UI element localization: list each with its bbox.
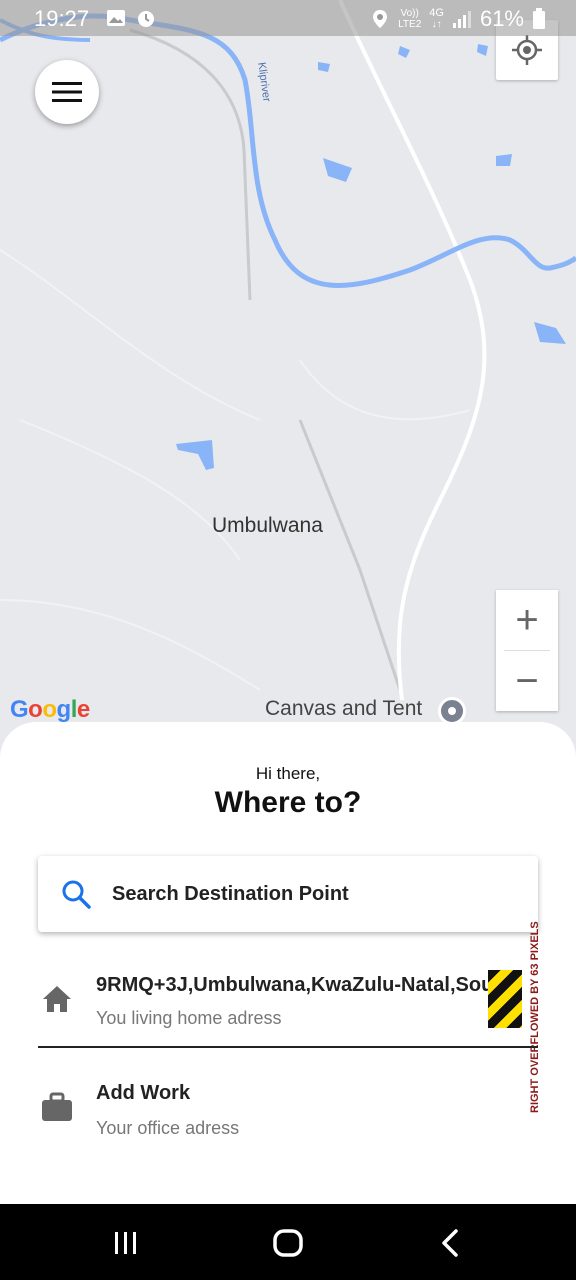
greeting: Hi there, (255, 764, 321, 783)
search-destination-field[interactable]: Search Destination Point (38, 856, 538, 932)
divider (38, 1046, 538, 1048)
home-nav-icon (273, 1229, 303, 1257)
overflow-indicator (488, 970, 522, 1028)
zoom-out-button[interactable]: − (496, 651, 558, 711)
bottom-sheet: Hi there, Where to? Search Destination P… (0, 722, 576, 1206)
hamburger-icon (52, 82, 82, 102)
home-icon (43, 986, 71, 1012)
system-nav-bar (0, 1204, 576, 1280)
search-icon (62, 880, 91, 909)
briefcase-icon (42, 1092, 72, 1121)
zoom-in-button[interactable]: + (496, 590, 558, 650)
google-logo: Google (10, 696, 90, 723)
home-address-subtitle: You living home adress (96, 1008, 282, 1028)
battery-percent: 61% (479, 6, 524, 31)
recent-apps-button[interactable] (106, 1226, 146, 1260)
where-to-heading: Where to? (214, 786, 362, 819)
status-bar: 19:27 Vo)) LTE2 4G ↓↑ 61% (0, 0, 576, 36)
signal-icon (452, 11, 471, 28)
poi-label[interactable]: Canvas and Tent (265, 697, 422, 721)
network-type: 4G (429, 7, 444, 19)
map-view[interactable]: Klipriver Umbulwana Canvas and Tent Goog… (0, 0, 576, 760)
back-icon (442, 1229, 458, 1257)
alarm-icon (138, 11, 154, 27)
zoom-controls: + − (496, 590, 558, 711)
add-work-subtitle: Your office adress (96, 1118, 240, 1138)
search-placeholder: Search Destination Point (112, 882, 349, 905)
home-address-title: 9RMQ+3J,Umbulwana,KwaZulu-Natal,South Af… (96, 974, 520, 996)
home-address-row[interactable]: 9RMQ+3J,Umbulwana,KwaZulu-Natal,South Af… (0, 970, 520, 1040)
gallery-icon (107, 10, 125, 26)
status-time: 19:27 (34, 6, 90, 31)
poi-marker[interactable] (438, 697, 466, 725)
battery-icon (533, 8, 545, 29)
add-work-title: Add Work (96, 1082, 191, 1104)
add-work-row[interactable]: Add Work Your office adress (0, 1078, 576, 1150)
back-button[interactable] (430, 1226, 470, 1260)
network-lte: LTE2 (398, 19, 422, 30)
recent-apps-icon (115, 1232, 136, 1254)
network-volte: Vo)) (400, 8, 419, 19)
place-label[interactable]: Umbulwana (212, 514, 323, 538)
menu-button[interactable] (35, 60, 99, 124)
my-location-icon (512, 35, 542, 65)
home-nav-button[interactable] (268, 1226, 308, 1260)
location-icon (373, 10, 388, 28)
